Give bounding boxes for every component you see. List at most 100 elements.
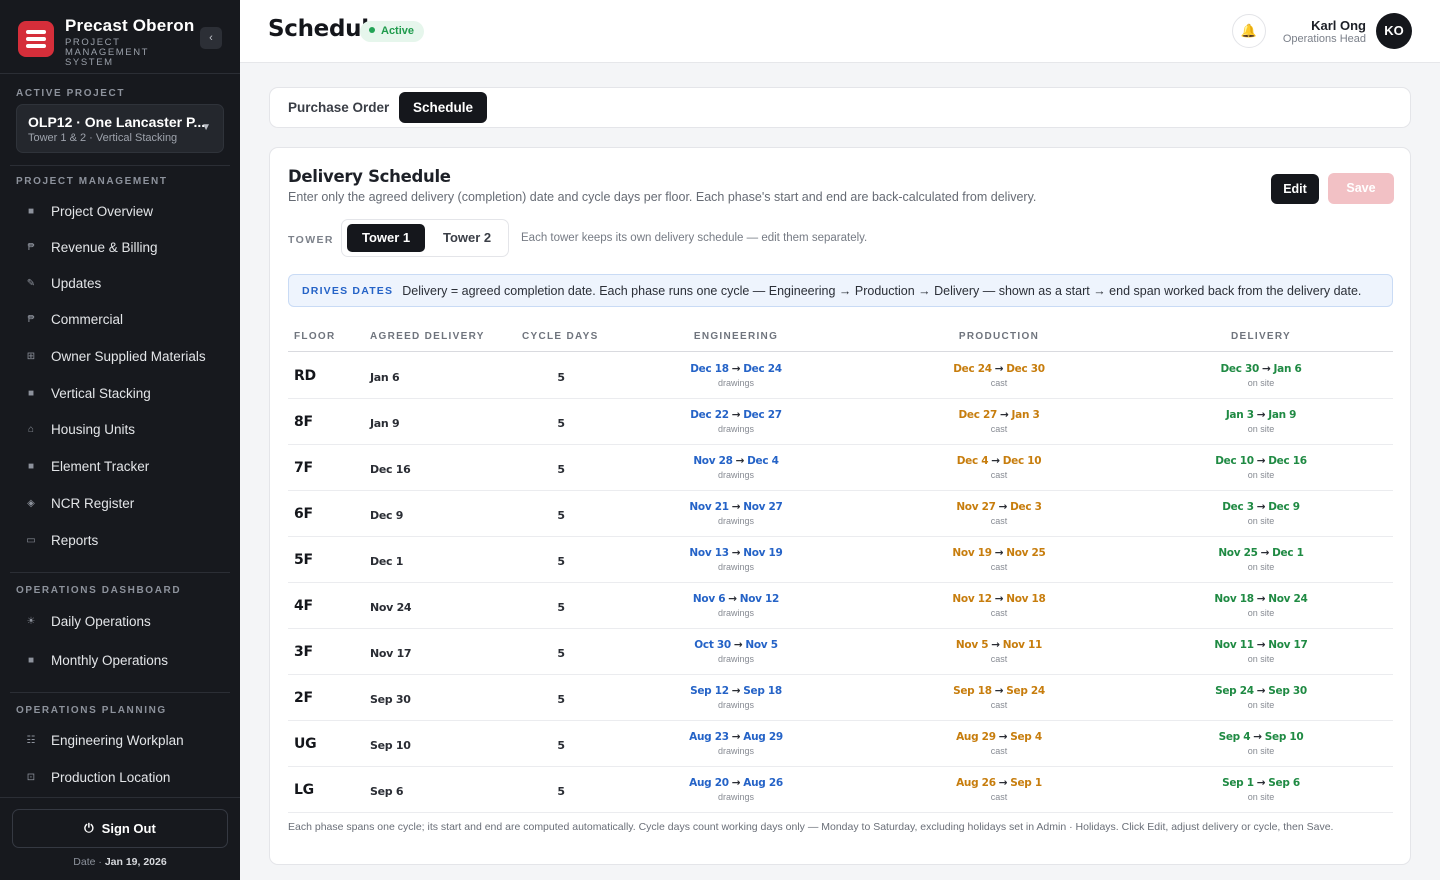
production-end: Dec 30 [1006,363,1045,375]
delivery-cell: Sep 1 → Sep 6 on site [1186,777,1336,802]
delivery-note: on site [1247,378,1275,388]
tab-purchase-order[interactable]: Purchase Order [274,92,403,123]
list-icon: ☷ [26,734,36,746]
production-cell: Nov 19 → Nov 25 cast [924,547,1074,572]
project-selector[interactable]: OLP12 · One Lancaster P... Tower 1 & 2 ·… [16,104,224,153]
collapse-sidebar-button[interactable]: ‹ [200,27,222,49]
engineering-cell: Sep 12 → Sep 18 drawings [661,685,811,710]
engineering-cell: Aug 23 → Aug 29 drawings [661,731,811,756]
sidebar-item-updates[interactable]: ✎ Updates [22,271,222,295]
table-row: 2F Sep 30 5 Sep 12 → Sep 18 drawings Sep 18 → Sep… [288,675,1393,721]
avatar[interactable]: KO [1376,13,1412,49]
sidebar-item-project-overview[interactable]: ■ Project Overview [22,199,222,223]
table-header: FLOOR AGREED DELIVERY CYCLE DAYS ENGINEE… [288,320,1393,352]
nav-section-operations-dashboard: OPERATIONS DASHBOARD [16,585,182,596]
engineering-end: Nov 19 [743,547,783,559]
engineering-end: Dec 4 [747,455,779,467]
floor-cell: 3F [294,644,313,660]
production-end: Jan 3 [1011,409,1040,421]
table-row: 4F Nov 24 5 Nov 6 → Nov 12 drawings Nov 12 → Nov … [288,583,1393,629]
cycle-days-cell: 5 [557,647,565,660]
sidebar-item-element-tracker[interactable]: ■ Element Tracker [22,454,222,478]
arrow-right-icon: → [1256,639,1266,651]
delivery-end: Dec 16 [1268,455,1307,467]
production-end: Sep 24 [1006,685,1045,697]
production-end: Sep 1 [1010,777,1042,789]
sidebar-item-label: Vertical Stacking [51,385,151,401]
delivery-end: Sep 30 [1268,685,1307,697]
sidebar-item-engineering-workplan[interactable]: ☷ Engineering Workplan [22,728,222,752]
sidebar-item-label: NCR Register [51,495,135,511]
column-header-delivery: DELIVERY [1230,331,1292,342]
arrow-right-icon: → [998,777,1008,789]
nav-section-operations-planning: OPERATIONS PLANNING [16,705,167,716]
sidebar-item-revenue-billing[interactable]: ₱ Revenue & Billing [22,235,222,259]
production-note: cast [990,562,1008,572]
sidebar-item-housing-units[interactable]: ⌂ Housing Units [22,417,222,441]
arrow-right-icon: → [998,501,1008,513]
table-row: 3F Nov 17 5 Oct 30 → Nov 5 drawings Nov 5 → Nov 1… [288,629,1393,675]
sidebar-item-owner-supplied-materials[interactable]: ⊞ Owner Supplied Materials [22,344,222,368]
delivery-end: Jan 9 [1268,409,1297,421]
sidebar-item-reports[interactable]: ▭ Reports [22,528,222,552]
divider [0,797,240,798]
sign-out-button[interactable]: ⏻ Sign Out [12,809,228,848]
bell-icon[interactable]: 🔔 [1232,14,1266,48]
sidebar-item-ncr-register[interactable]: ◈ NCR Register [22,491,222,515]
production-cell: Aug 26 → Sep 1 cast [924,777,1074,802]
status-label: Active [381,25,415,37]
project-subtitle: Tower 1 & 2 · Vertical Stacking [28,132,178,144]
brand: Precast Oberon PROJECT MANAGEMENT SYSTEM… [0,0,240,74]
divider [10,572,230,573]
delivery-end: Jan 6 [1273,363,1302,375]
engineering-note: drawings [717,424,755,434]
sidebar-item-monthly-operations[interactable]: ■ Monthly Operations [22,648,222,672]
engineering-start: Nov 6 [692,593,726,605]
tab-schedule[interactable]: Schedule [399,92,488,123]
sidebar-item-label: Engineering Workplan [51,732,184,748]
cycle-days-cell: 5 [557,785,565,798]
edit-button[interactable]: Edit [1271,174,1319,204]
production-start: Dec 27 [958,409,998,421]
engineering-note: drawings [717,516,755,526]
production-start: Aug 26 [956,777,996,789]
tower-1-button[interactable]: Tower 1 [347,224,426,252]
sidebar-item-commercial[interactable]: ₱ Commercial [22,307,222,331]
sidebar-item-production-location[interactable]: ⊡ Production Location [22,765,222,789]
sidebar-item-label: Updates [51,275,102,291]
engineering-cell: Nov 13 → Nov 19 drawings [661,547,811,572]
delivery-start: Dec 10 [1215,455,1254,467]
agreed-delivery-cell: Dec 1 [370,555,404,568]
sidebar-item-vertical-stacking[interactable]: ■ Vertical Stacking [22,381,222,405]
engineering-start: Nov 21 [689,501,729,513]
power-icon: ⏻ [84,821,94,835]
engineering-note: drawings [717,746,755,756]
status-badge: Active [360,21,425,42]
save-button[interactable]: Save [1328,173,1394,204]
tower-note: Each tower keeps its own delivery schedu… [521,232,868,244]
active-project-label: ACTIVE PROJECT [16,88,126,99]
arrow-right-icon: → [991,455,1000,467]
sidebar-item-label: Commercial [51,311,124,327]
delivery-cell: Nov 18 → Nov 24 on site [1186,593,1336,618]
production-cell: Aug 29 → Sep 4 cast [924,731,1074,756]
engineering-cell: Nov 21 → Nov 27 drawings [661,501,811,526]
engineering-cell: Dec 22 → Dec 27 drawings [661,409,811,434]
delivery-start: Sep 4 [1218,731,1251,743]
tab-bar: Purchase Order Schedule [269,87,1411,128]
tower-2-button[interactable]: Tower 2 [428,224,506,252]
engineering-start: Dec 18 [690,363,729,375]
production-start: Dec 4 [956,455,989,467]
caret-down-icon: ▼ [201,122,211,133]
arrow-right-icon: → [1256,685,1266,697]
arrow-right-icon: → [728,593,737,605]
agreed-delivery-cell: Dec 16 [370,463,411,476]
engineering-cell: Nov 28 → Dec 4 drawings [661,455,811,480]
column-header-agreed-delivery: AGREED DELIVERY [370,331,485,342]
banner-tag: DRIVES DATES [302,284,394,297]
production-cell: Dec 27 → Jan 3 cast [924,409,1074,434]
delivery-start: Dec 3 [1222,501,1254,513]
sidebar-item-label: Owner Supplied Materials [51,348,206,364]
banner-text: Delivery = agreed completion date. Each … [402,283,1362,298]
sidebar-item-daily-operations[interactable]: ☀ Daily Operations [22,609,222,633]
